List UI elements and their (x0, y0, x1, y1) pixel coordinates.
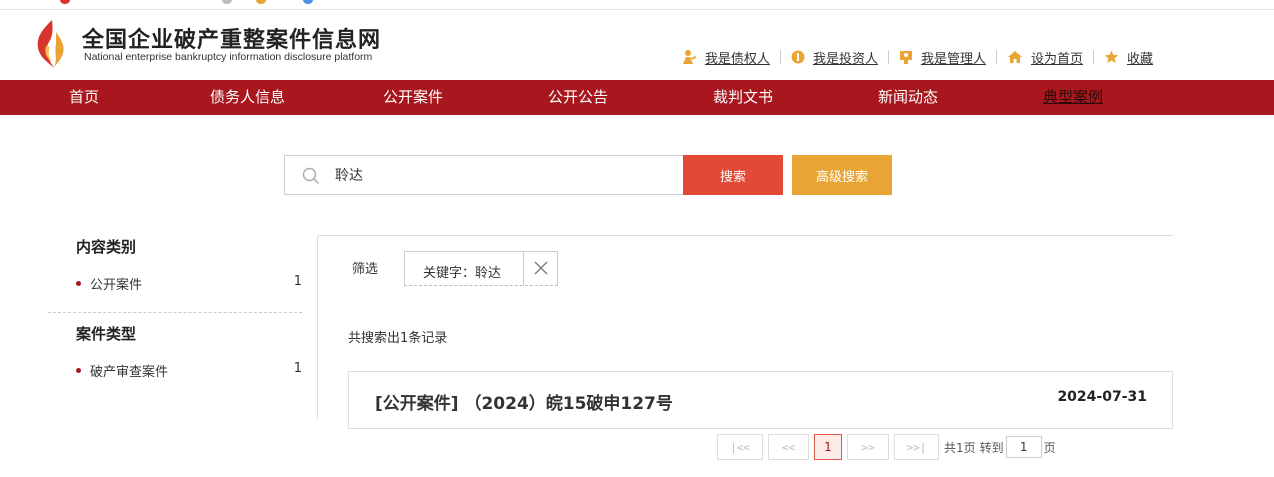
administrator-icon (899, 50, 912, 64)
top-links: 我是债权人 我是投资人 我是管理人 设为首页 收藏 (671, 50, 1163, 67)
creditor-icon (682, 50, 697, 64)
toplink-investor[interactable]: 我是投资人 (779, 50, 888, 67)
page-unit-text: 页 (1043, 440, 1056, 455)
home-icon (1007, 51, 1022, 63)
sidebar-divider (48, 312, 302, 313)
first-page-button[interactable]: |<< (717, 434, 763, 460)
advanced-search-button[interactable]: 高级搜索 (792, 155, 892, 195)
content-divider-vertical (317, 236, 318, 419)
star-icon (1104, 50, 1119, 64)
investor-icon (791, 50, 805, 64)
nav-public-cases[interactable]: 公开案件 (383, 80, 443, 115)
goto-text: 转到 (979, 440, 1004, 455)
site-title: 全国企业破产重整案件信息网 (82, 28, 382, 53)
prev-page-button[interactable]: << (768, 434, 809, 460)
pagination: |<< << 1 >> >>| 共1页 转到 页 (717, 434, 1056, 460)
top-strip (0, 0, 1274, 10)
close-icon (534, 261, 548, 275)
toplink-label: 我是债权人 (704, 51, 770, 67)
nav-typical-cases[interactable]: 典型案例 (1043, 80, 1103, 115)
search-input[interactable] (335, 164, 665, 186)
toplink-label: 收藏 (1126, 51, 1153, 67)
toplink-label: 设为首页 (1030, 51, 1083, 67)
toplink-creditor[interactable]: 我是债权人 (671, 50, 780, 67)
nav-judgments[interactable]: 裁判文书 (713, 80, 773, 115)
filter-chip-text: 关键字：聆达 (423, 266, 502, 281)
sidebar-item-public-cases[interactable]: 公开案件 1 (48, 274, 302, 294)
bullet-dot (76, 281, 81, 286)
search-icon (302, 167, 319, 184)
content-divider-horizontal (318, 235, 1173, 236)
search-box (284, 155, 684, 195)
next-page-button[interactable]: >> (847, 434, 889, 460)
goto-page-input[interactable] (1005, 436, 1042, 458)
last-page-button[interactable]: >>| (894, 434, 939, 460)
top-strip-dot (60, 0, 70, 4)
filter-label: 筛选 (352, 262, 379, 277)
sidebar: 内容类别 公开案件 1 案件类型 破产审查案件 1 (48, 236, 302, 381)
site-logo-icon[interactable] (32, 18, 68, 70)
page-1-button[interactable]: 1 (814, 434, 842, 460)
site-subtitle: National enterprise bankruptcy informati… (84, 51, 373, 63)
sidebar-item-label: 公开案件 (90, 278, 143, 293)
sidebar-item-bankruptcy-review[interactable]: 破产审查案件 1 (48, 361, 302, 381)
toplink-label: 我是管理人 (920, 51, 986, 67)
result-count: 共搜索出1条记录 (348, 331, 448, 346)
result-date: 2024-07-31 (1057, 389, 1147, 405)
top-strip-dot (303, 0, 313, 4)
bullet-dot (76, 368, 81, 373)
result-title[interactable]: [公开案件] （2024）皖15破申127号 (375, 389, 673, 414)
total-pages-text: 共1页 (944, 440, 976, 455)
sidebar-item-count: 1 (293, 274, 302, 289)
sidebar-heading-content-category: 内容类别 (76, 238, 137, 256)
search-button[interactable]: 搜索 (683, 155, 783, 195)
top-strip-dot (256, 0, 266, 4)
sidebar-item-label: 破产审查案件 (90, 365, 169, 380)
top-strip-dot (222, 0, 232, 4)
toplink-label: 我是投资人 (812, 51, 878, 67)
nav-debtor-info[interactable]: 债务人信息 (210, 80, 285, 115)
toplink-set-homepage[interactable]: 设为首页 (995, 50, 1093, 67)
remove-filter-button[interactable] (523, 252, 557, 285)
site-header: 全国企业破产重整案件信息网 National enterprise bankru… (0, 10, 1274, 80)
sidebar-heading-case-type: 案件类型 (76, 325, 137, 343)
sidebar-item-count: 1 (293, 361, 302, 376)
nav-home[interactable]: 首页 (69, 80, 99, 115)
nav-public-announcements[interactable]: 公开公告 (548, 80, 608, 115)
result-item[interactable]: [公开案件] （2024）皖15破申127号 2024-07-31 (348, 371, 1173, 429)
filter-chip: 关键字：聆达 (404, 251, 558, 286)
toplink-administrator[interactable]: 我是管理人 (887, 50, 996, 67)
toplink-favorite[interactable]: 收藏 (1092, 50, 1163, 67)
main-nav: 首页 债务人信息 公开案件 公开公告 裁判文书 新闻动态 典型案例 (0, 80, 1274, 115)
nav-news[interactable]: 新闻动态 (878, 80, 938, 115)
